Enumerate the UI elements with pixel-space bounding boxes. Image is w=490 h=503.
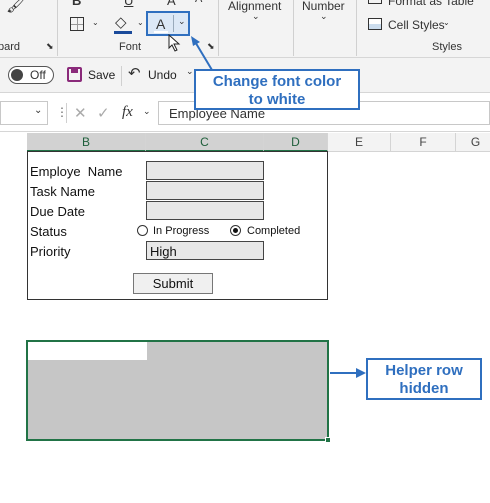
borders-dropdown-icon[interactable]: ⌄ — [92, 19, 99, 27]
dialog-launcher-icon[interactable]: ⬊ — [46, 42, 54, 51]
alignment-dropdown-icon[interactable]: ⌄ — [252, 12, 260, 21]
task-name-field[interactable] — [146, 181, 264, 200]
toggle-knob — [11, 69, 23, 81]
completed-label[interactable]: Completed — [247, 225, 300, 237]
save-icon[interactable] — [67, 67, 82, 82]
borders-icon[interactable] — [70, 17, 84, 31]
status-label: Status — [30, 224, 67, 239]
formula-separator — [66, 103, 67, 123]
priority-label: Priority — [30, 244, 71, 259]
undo-icon[interactable]: ↶ — [128, 66, 141, 81]
column-header-g[interactable]: G — [456, 133, 490, 152]
mouse-cursor-icon — [168, 33, 182, 55]
column-header-f[interactable]: F — [391, 133, 456, 152]
cell-styles-button[interactable]: Cell Styles — [388, 18, 445, 32]
callout-arrow-font — [191, 36, 213, 71]
submit-button[interactable]: Submit — [133, 273, 213, 294]
font-group-label: Font — [119, 41, 142, 53]
decrease-font-icon[interactable]: A — [195, 0, 202, 5]
save-button[interactable]: Save — [88, 68, 115, 82]
in-progress-label[interactable]: In Progress — [153, 225, 209, 237]
fill-color-bar — [114, 31, 132, 34]
font-color-callout: Change font color to white — [194, 69, 360, 110]
undo-button[interactable]: Undo — [148, 68, 177, 82]
increase-font-icon[interactable]: A — [167, 0, 176, 7]
in-progress-radio[interactable] — [137, 225, 148, 236]
due-date-field[interactable] — [146, 201, 264, 220]
format-as-table-icon[interactable] — [368, 0, 382, 4]
button-separator — [173, 15, 174, 32]
helper-white-cell — [28, 342, 147, 360]
callout-arrow-helper — [330, 368, 366, 378]
autosave-state: Off — [30, 68, 46, 82]
styles-group-label: Styles — [432, 41, 462, 53]
name-box[interactable]: ⌄ — [0, 101, 48, 125]
helper-row-range[interactable] — [26, 340, 331, 443]
ribbon: 🖌 pard ⬊ B U A A ⌄ ◇ ⌄ A ⌄ Font ⬊ Alignm… — [0, 0, 490, 58]
fill-color-dropdown-icon[interactable]: ⌄ — [137, 19, 144, 27]
cancel-icon[interactable]: ✕ — [74, 104, 87, 122]
column-header-e[interactable]: E — [328, 133, 391, 152]
underline-icon[interactable]: U — [124, 0, 133, 7]
employee-name-label: Employe Name — [30, 164, 123, 179]
priority-value: High — [150, 244, 177, 259]
clipboard-group-label: pard — [0, 41, 21, 53]
function-dropdown-icon[interactable]: ⌄ — [143, 107, 151, 116]
fill-handle[interactable] — [325, 437, 331, 443]
format-painter-icon[interactable]: 🖌 — [6, 0, 26, 14]
task-name-label: Task Name — [30, 184, 96, 199]
font-color-button[interactable]: A ⌄ — [146, 11, 190, 36]
name-box-dropdown-icon[interactable]: ⌄ — [34, 106, 42, 116]
ribbon-separator — [293, 0, 294, 56]
enter-icon[interactable]: ✓ — [97, 104, 110, 122]
font-color-dropdown-icon[interactable]: ⌄ — [178, 17, 186, 26]
ribbon-separator — [218, 0, 219, 56]
cell-styles-dropdown-icon[interactable]: ⌄ — [443, 19, 450, 27]
column-header-d[interactable]: D — [264, 133, 328, 152]
completed-radio[interactable] — [230, 225, 241, 236]
autosave-toggle[interactable]: Off — [8, 66, 54, 84]
font-color-icon: A — [156, 16, 166, 32]
helper-row-callout: Helper row hidden — [366, 358, 482, 400]
toolbar-separator — [121, 66, 122, 86]
due-date-label: Due Date — [30, 204, 85, 219]
ribbon-separator — [57, 0, 58, 56]
bold-icon[interactable]: B — [72, 0, 81, 7]
number-dropdown-icon[interactable]: ⌄ — [320, 12, 328, 21]
cell-styles-icon[interactable] — [368, 18, 382, 30]
column-header-c[interactable]: C — [146, 133, 264, 152]
column-header-b[interactable]: B — [27, 133, 146, 152]
ribbon-separator — [356, 0, 357, 56]
priority-field[interactable]: High — [146, 241, 264, 260]
format-as-table-button[interactable]: Format as Table — [388, 0, 474, 8]
insert-function-icon[interactable]: fx — [122, 104, 133, 121]
employee-name-field[interactable] — [146, 161, 264, 180]
fill-color-icon[interactable]: ◇ — [115, 15, 127, 30]
font-color-swatch — [154, 31, 168, 33]
